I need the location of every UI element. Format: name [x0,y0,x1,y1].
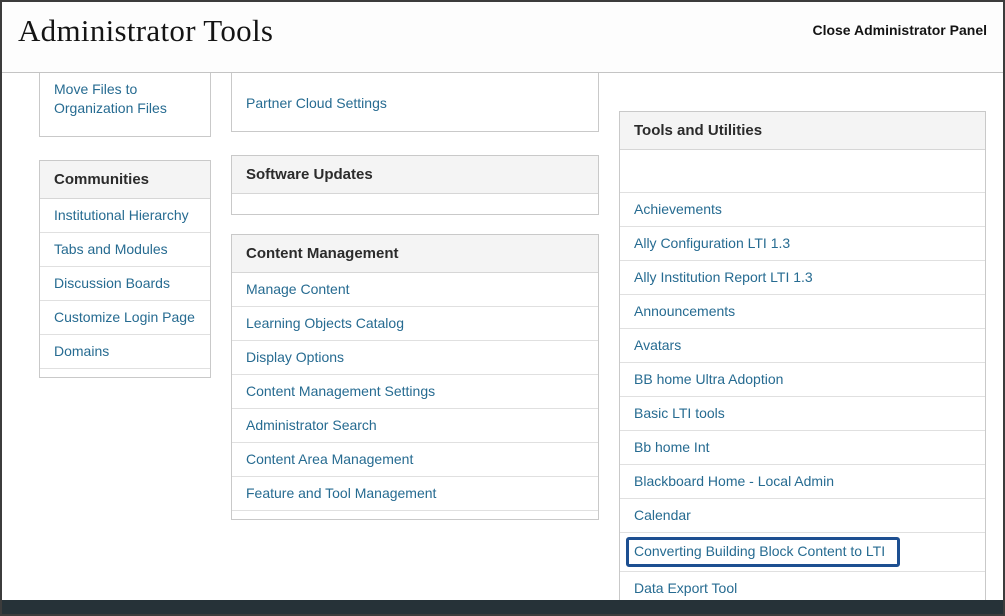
panel-content-management: Content Management Manage Content Learni… [231,234,599,520]
content-area: Move Files to Organization Files Communi… [2,73,1003,614]
bottom-bar [2,600,1003,614]
link-customize-login-page[interactable]: Customize Login Page [40,301,210,335]
link-bb-home-ultra-adoption[interactable]: BB home Ultra Adoption [620,363,985,397]
panel-tools-and-utilities: Tools and Utilities Achievements Ally Co… [619,111,986,616]
link-administrator-search[interactable]: Administrator Search [232,409,598,443]
link-learning-objects-catalog[interactable]: Learning Objects Catalog [232,307,598,341]
link-bb-home-int[interactable]: Bb home Int [620,431,985,465]
panel-body-software-updates [232,194,598,214]
panel-body-communities: Institutional Hierarchy Tabs and Modules… [40,199,210,377]
panel-body-tools-and-utilities: Achievements Ally Configuration LTI 1.3 … [620,150,985,616]
top-bar: Administrator Tools Close Administrator … [2,2,1003,73]
link-converting-building-block-content-to-lti[interactable]: Converting Building Block Content to LTI [626,537,900,567]
link-basic-lti-tools[interactable]: Basic LTI tools [620,397,985,431]
link-tabs-and-modules[interactable]: Tabs and Modules [40,233,210,267]
tools-empty-row [620,150,985,193]
close-administrator-panel-button[interactable]: Close Administrator Panel [812,22,987,38]
panel-file-management-partial: Move Files to Organization Files [39,73,211,137]
link-move-files-to-organization-files[interactable]: Move Files to Organization Files [40,73,210,118]
link-domains[interactable]: Domains [40,335,210,369]
link-feature-and-tool-management[interactable]: Feature and Tool Management [232,477,598,511]
column-middle: Partner Cloud Settings Software Updates … [231,73,599,543]
panel-cloud-management-partial: Partner Cloud Settings [231,73,599,132]
link-partner-cloud-settings[interactable]: Partner Cloud Settings [232,73,598,111]
panel-software-updates: Software Updates [231,155,599,215]
page-title: Administrator Tools [18,13,273,49]
link-content-management-settings[interactable]: Content Management Settings [232,375,598,409]
link-content-area-management[interactable]: Content Area Management [232,443,598,477]
panel-title-tools-and-utilities: Tools and Utilities [620,112,985,150]
link-display-options[interactable]: Display Options [232,341,598,375]
link-achievements[interactable]: Achievements [620,193,985,227]
link-avatars[interactable]: Avatars [620,329,985,363]
link-announcements[interactable]: Announcements [620,295,985,329]
administrator-tools-panel: Administrator Tools Close Administrator … [0,0,1005,616]
link-institutional-hierarchy[interactable]: Institutional Hierarchy [40,199,210,233]
link-ally-configuration-lti-1-3[interactable]: Ally Configuration LTI 1.3 [620,227,985,261]
link-discussion-boards[interactable]: Discussion Boards [40,267,210,301]
panel-title-software-updates: Software Updates [232,156,598,194]
panel-communities: Communities Institutional Hierarchy Tabs… [39,160,211,378]
link-ally-institution-report-lti-1-3[interactable]: Ally Institution Report LTI 1.3 [620,261,985,295]
panel-body-content-management: Manage Content Learning Objects Catalog … [232,273,598,519]
column-right: Tools and Utilities Achievements Ally Co… [619,73,986,616]
link-blackboard-home-local-admin[interactable]: Blackboard Home - Local Admin [620,465,985,499]
panel-title-communities: Communities [40,161,210,199]
column-left: Move Files to Organization Files Communi… [39,73,211,401]
link-calendar[interactable]: Calendar [620,499,985,533]
list-item-converting-building-block-content-to-lti: Converting Building Block Content to LTI [620,533,985,572]
panel-title-content-management: Content Management [232,235,598,273]
link-manage-content[interactable]: Manage Content [232,273,598,307]
